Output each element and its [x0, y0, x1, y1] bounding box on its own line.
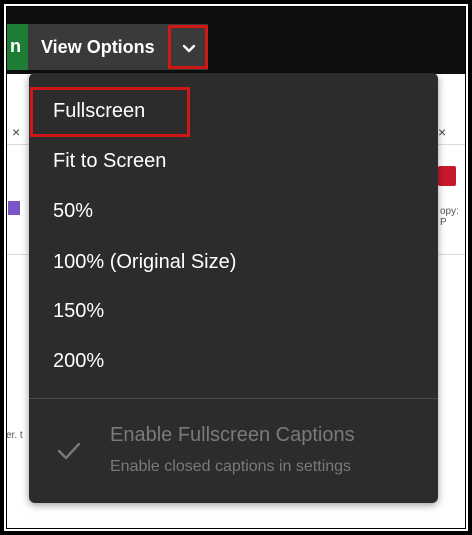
menu-item-100-percent[interactable]: 100% (Original Size)	[53, 251, 236, 274]
background-snippet: er. t	[6, 430, 23, 441]
menu-item-fit-to-screen[interactable]: Fit to Screen	[53, 150, 166, 173]
fullscreen-highlight-box	[30, 87, 190, 137]
menu-item-50-percent[interactable]: 50%	[53, 200, 93, 223]
checkmark-icon	[57, 442, 81, 460]
captions-toggle-title: Enable Fullscreen Captions	[110, 424, 355, 446]
background-snippet: opy: P	[440, 206, 459, 228]
background-purple-icon	[8, 201, 20, 215]
menu-item-150-percent[interactable]: 150%	[53, 300, 104, 323]
view-options-dropdown-toggle[interactable]	[168, 25, 208, 69]
background-close-icon: ×	[12, 124, 21, 140]
background-logo-icon	[438, 166, 456, 186]
view-options-label: View Options	[41, 37, 155, 57]
left-toolbar-button-label: n	[10, 36, 21, 56]
background-close-icon: ×	[438, 124, 447, 140]
left-toolbar-button[interactable]: n	[6, 24, 28, 70]
chevron-down-icon	[182, 44, 196, 53]
menu-item-200-percent[interactable]: 200%	[53, 350, 104, 373]
captions-toggle-subtitle: Enable closed captions in settings	[110, 458, 352, 475]
menu-divider	[29, 398, 438, 399]
